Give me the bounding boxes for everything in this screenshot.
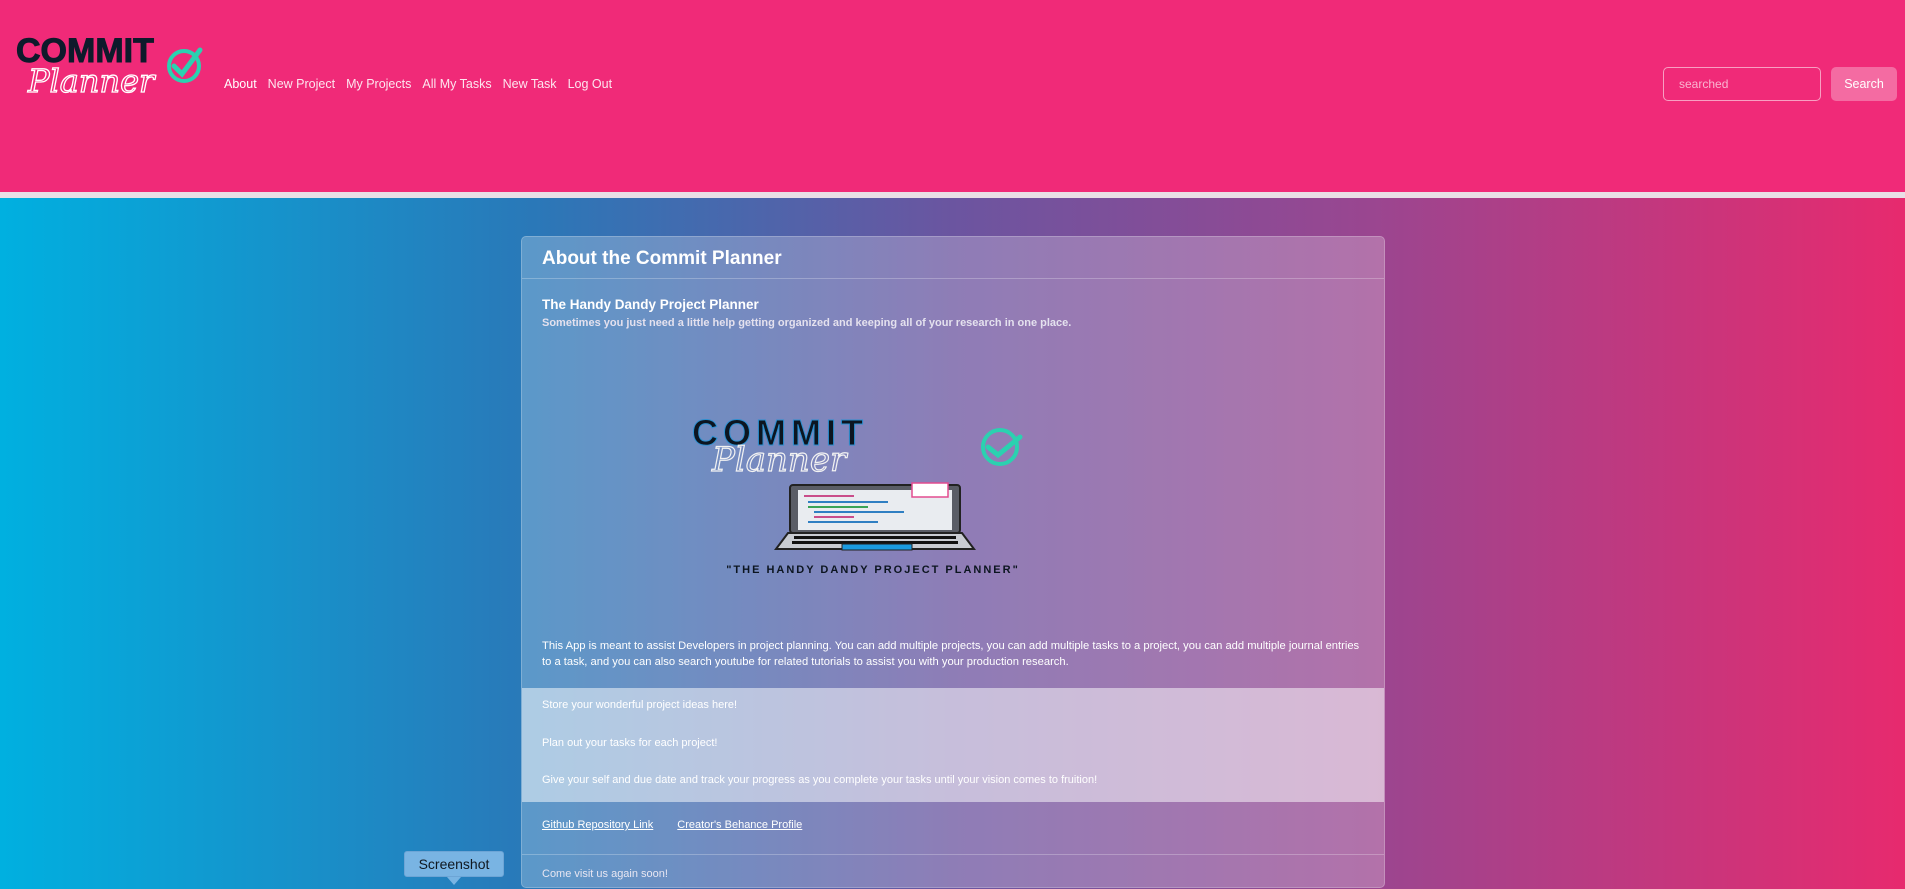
nav-all-my-tasks[interactable]: All My Tasks (422, 77, 491, 91)
nav-new-project[interactable]: New Project (268, 77, 335, 91)
svg-text:Planner: Planner (711, 440, 848, 480)
nav-new-task[interactable]: New Task (503, 77, 557, 91)
card-body: The Handy Dandy Project Planner Sometime… (522, 279, 1384, 688)
svg-text:Planner: Planner (27, 62, 156, 100)
search-input[interactable] (1663, 67, 1821, 101)
feature-list: Store your wonderful project ideas here!… (522, 688, 1384, 802)
page-title: About the Commit Planner (542, 248, 782, 269)
github-repository-link[interactable]: Github Repository Link (542, 819, 653, 854)
behance-profile-link[interactable]: Creator's Behance Profile (677, 819, 802, 854)
svg-text:"THE HANDY DANDY PROJECT PLANN: "THE HANDY DANDY PROJECT PLANNER" (726, 564, 1020, 576)
nav-my-projects[interactable]: My Projects (346, 77, 411, 91)
nav-log-out[interactable]: Log Out (568, 77, 612, 91)
card-subtitle: The Handy Dandy Project Planner (542, 297, 759, 312)
card-footer: Come visit us again soon! (542, 868, 668, 880)
card-links: Github Repository Link Creator's Behance… (522, 802, 1384, 855)
card-description: This App is meant to assist Developers i… (542, 640, 1360, 668)
main-nav: About New Project My Projects All My Tas… (224, 77, 612, 91)
nav-about[interactable]: About (224, 77, 257, 91)
navbar: COMMIT Planner About New Project My Proj… (0, 0, 1905, 198)
commit-planner-logo[interactable]: COMMIT Planner (14, 28, 206, 100)
hero-illustration: COMMIT Planner "THE HANDY DANDY PROJECT … (692, 412, 1023, 576)
card-header: About the Commit Planner (522, 237, 1384, 279)
feature-item: Plan out your tasks for each project! (542, 736, 718, 749)
about-card: About the Commit Planner The Handy Dandy… (521, 236, 1385, 888)
feature-item: Store your wonderful project ideas here! (542, 699, 738, 711)
card-lead: Sometimes you just need a little help ge… (542, 317, 1072, 329)
screenshot-tooltip: Screenshot (404, 851, 504, 877)
search-button[interactable]: Search (1831, 67, 1897, 101)
tooltip-arrow (447, 877, 461, 885)
